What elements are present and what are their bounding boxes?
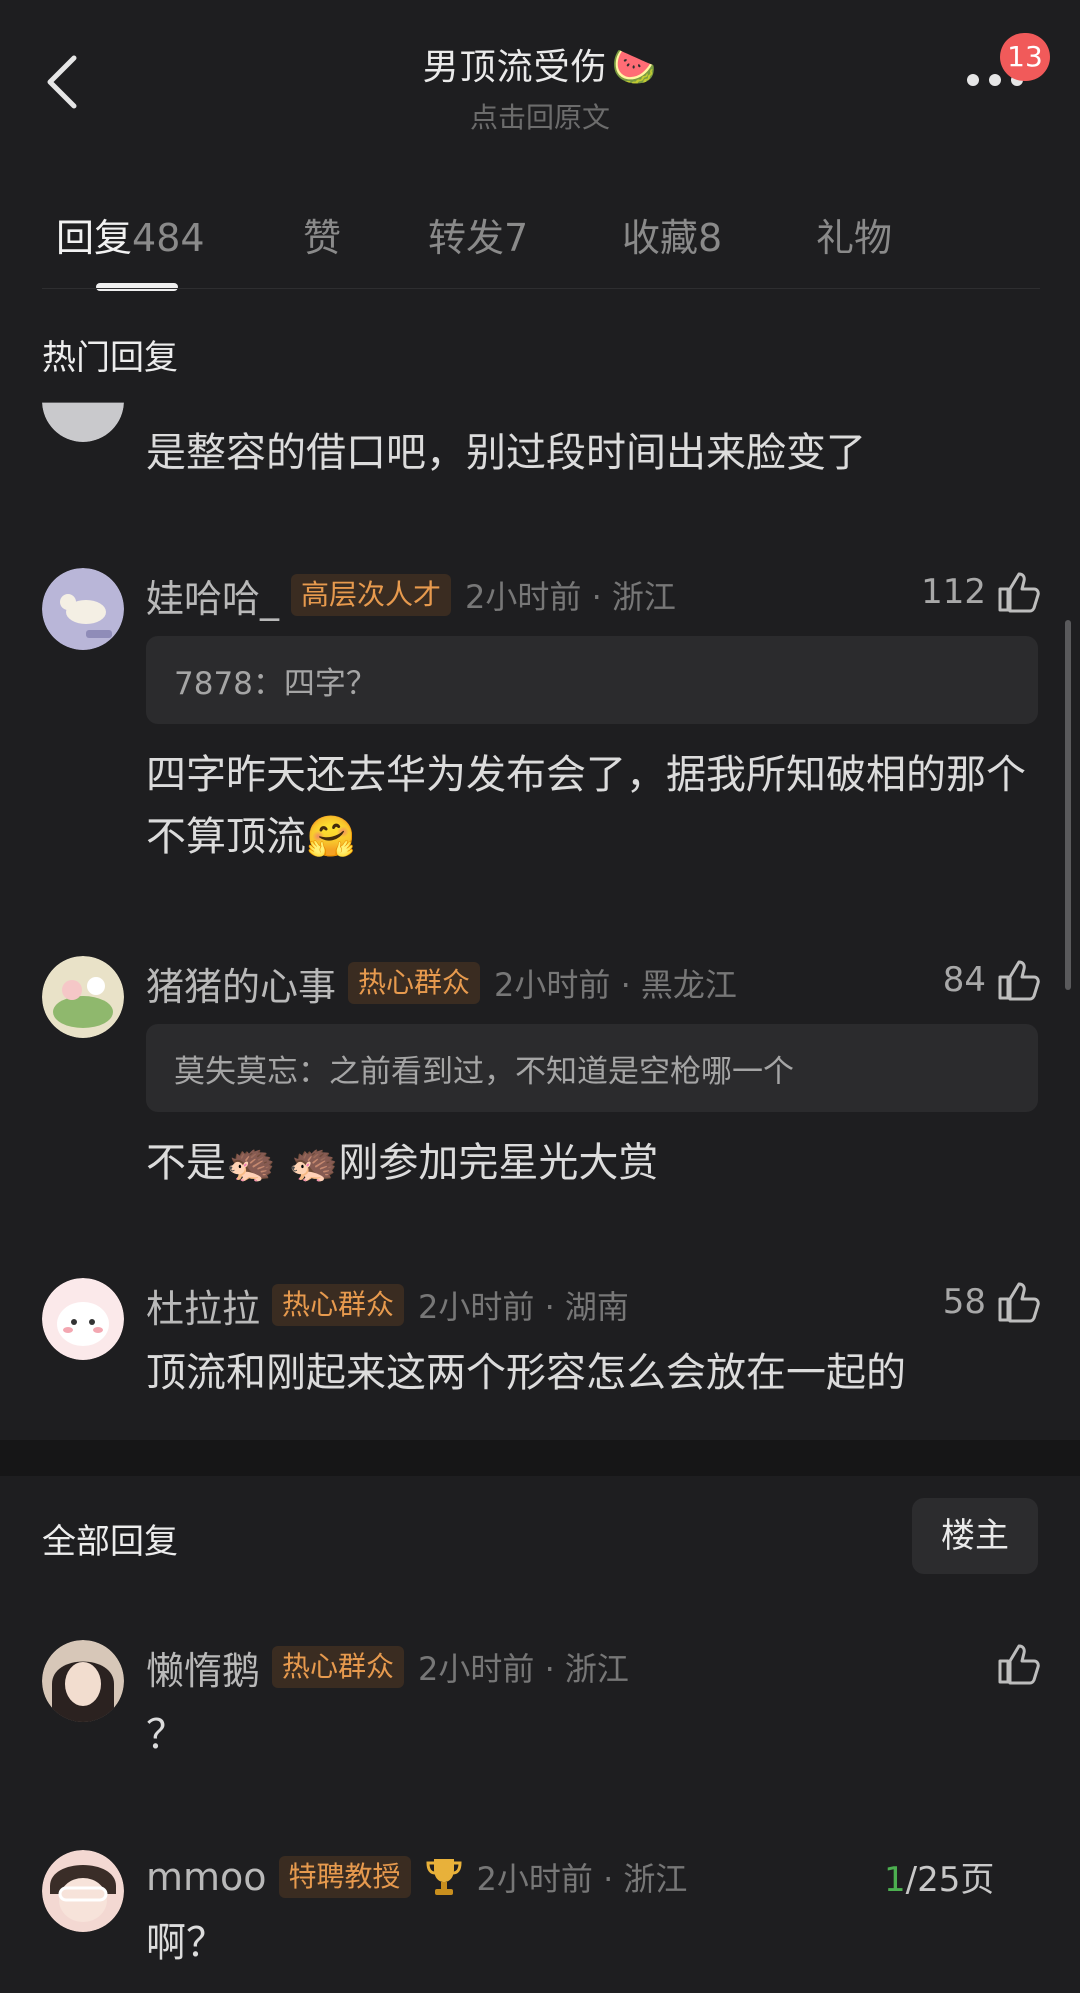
comment-header: 猪猪的心事 热心群众 2小时前 · 黑龙江 <box>146 956 737 1011</box>
like-icon <box>998 960 1040 1001</box>
like-icon <box>998 1644 1040 1685</box>
avatar[interactable] <box>42 1640 124 1722</box>
comment-text: 顶流和刚起来这两个形容怎么会放在一起的 <box>146 1350 906 1396</box>
divider <box>42 288 1040 289</box>
comment-meta: 2小时前 · 浙江 <box>476 1860 688 1898</box>
comment-header: mmoo 特聘教授 2小时前 · 浙江 <box>146 1852 687 1902</box>
quoted-reply[interactable]: 莫失莫忘：之前看到过，不知道是空枪哪一个 <box>146 1024 1038 1112</box>
comment-header: 懒惰鹅 热心群众 2小时前 · 浙江 <box>146 1640 629 1695</box>
like-button[interactable]: 112 <box>921 570 1040 614</box>
owner-filter-button[interactable]: 楼主 <box>912 1498 1038 1574</box>
trophy-icon <box>426 1859 462 1895</box>
page-indicator[interactable]: 1/25页 <box>884 1852 994 1901</box>
like-count: 84 <box>942 960 986 1000</box>
comment-text: 不是🦔 🦔刚参加完星光大赏 <box>146 1140 659 1186</box>
tab-likes[interactable]: 赞 <box>303 207 341 262</box>
quoted-reply[interactable]: 7878：四字？ <box>146 636 1038 724</box>
scrollbar[interactable] <box>1065 620 1071 990</box>
comment-meta: 2小时前 · 浙江 <box>465 578 676 616</box>
like-count: 58 <box>942 1282 986 1322</box>
avatar[interactable] <box>42 1850 124 1932</box>
tab-reposts-label: 转发 <box>428 216 505 260</box>
comment-header: 娃哈哈_ 高层次人才 2小时前 · 浙江 <box>146 568 676 623</box>
notification-badge: 13 <box>1000 33 1050 81</box>
title-text: 男顶流受伤 <box>422 47 608 88</box>
comment-text: ？ <box>146 1712 186 1758</box>
avatar[interactable] <box>42 956 124 1038</box>
tab-active-indicator <box>96 283 178 291</box>
tab-likes-label: 赞 <box>303 216 342 260</box>
like-count: 112 <box>921 572 986 612</box>
user-tag: 特聘教授 <box>278 1856 411 1898</box>
like-icon <box>998 1282 1040 1323</box>
tab-replies-label: 回复 <box>56 216 133 260</box>
comment-header: 杜拉拉 热心群众 2小时前 · 湖南 <box>146 1278 629 1333</box>
user-tag: 热心群众 <box>272 1284 405 1326</box>
section-separator <box>0 1440 1080 1476</box>
comment-meta: 2小时前 · 湖南 <box>418 1288 629 1326</box>
username[interactable]: 猪猪的心事 <box>146 956 336 1011</box>
like-icon <box>998 572 1040 613</box>
avatar[interactable] <box>42 568 124 650</box>
like-button[interactable]: 84 <box>943 958 1040 1002</box>
quoted-reply-text: 7878：四字？ <box>174 666 377 702</box>
comment-text: 啊？ <box>146 1920 226 1966</box>
username[interactable]: 娃哈哈_ <box>146 568 279 623</box>
back-to-original-link[interactable]: 点击回原文 <box>0 96 1080 136</box>
total-pages: /25页 <box>905 1860 995 1900</box>
all-replies-title: 全部回复 <box>42 1522 178 1562</box>
tab-favorites[interactable]: 收藏8 <box>622 207 722 262</box>
tab-replies[interactable]: 回复484 <box>56 207 205 262</box>
username[interactable]: 懒惰鹅 <box>146 1640 260 1695</box>
comment-meta: 2小时前 · 浙江 <box>418 1650 629 1688</box>
avatar[interactable] <box>42 1278 124 1360</box>
hot-replies-title: 热门回复 <box>42 338 178 378</box>
title-area[interactable]: 男顶流受伤 🍉 点击回原文 <box>0 38 1080 136</box>
tab-favorites-count: 8 <box>698 216 723 260</box>
comment-text: 是整容的借口吧，别过段时间出来脸变了 <box>146 430 866 476</box>
user-tag: 热心群众 <box>348 962 481 1004</box>
tab-reposts-count: 7 <box>504 216 529 260</box>
username[interactable]: 杜拉拉 <box>146 1278 260 1333</box>
like-button[interactable] <box>986 1642 1040 1686</box>
header: 男顶流受伤 🍉 点击回原文 13 <box>0 0 1080 150</box>
like-button[interactable]: 58 <box>943 1280 1040 1324</box>
username[interactable]: mmoo <box>146 1855 267 1899</box>
tab-reposts[interactable]: 转发7 <box>428 207 528 262</box>
watermelon-emoji: 🍉 <box>611 47 658 88</box>
comment-meta: 2小时前 · 黑龙江 <box>494 966 737 1004</box>
user-tag: 高层次人才 <box>291 574 452 616</box>
tab-bar: 回复484 赞 转发7 收藏8 礼物 <box>0 195 1080 295</box>
tab-favorites-label: 收藏 <box>622 216 699 260</box>
quoted-reply-text: 莫失莫忘：之前看到过，不知道是空枪哪一个 <box>174 1054 794 1090</box>
page-title: 男顶流受伤 🍉 <box>0 38 1080 90</box>
current-page: 1 <box>884 1860 906 1900</box>
tab-replies-count: 484 <box>132 216 205 260</box>
tab-gifts[interactable]: 礼物 <box>816 207 892 262</box>
comment-text: 四字昨天还去华为发布会了，据我所知破相的那个不算顶流🤗 <box>146 752 1026 860</box>
tab-gifts-label: 礼物 <box>816 216 893 260</box>
user-tag: 热心群众 <box>272 1646 405 1688</box>
